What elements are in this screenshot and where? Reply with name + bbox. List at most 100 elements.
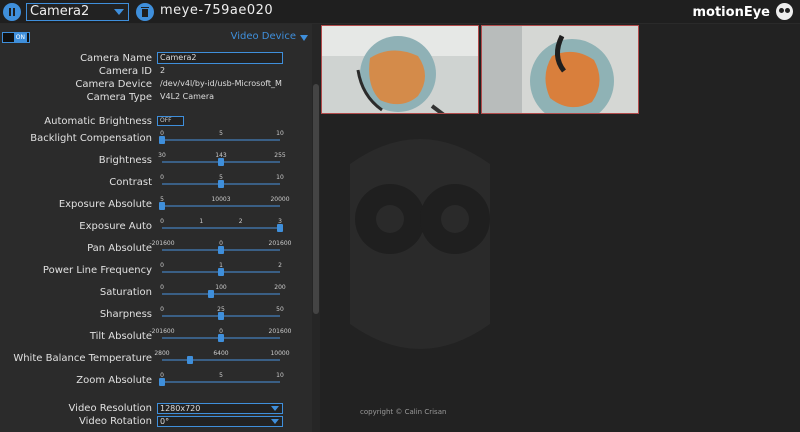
chevron-down-icon [271, 406, 279, 411]
slider-tick-label: 100 [215, 284, 227, 291]
camera-type-value: V4L2 Camera [160, 92, 215, 101]
slider-track[interactable] [162, 359, 280, 361]
owl-logo-icon [776, 3, 793, 20]
slider-handle[interactable] [186, 356, 193, 364]
slider-handle[interactable] [218, 158, 225, 166]
camera-frame-1[interactable] [321, 25, 479, 114]
slider-tick-label: 0 [160, 262, 164, 269]
slider-label: White Balance Temperature [13, 353, 152, 364]
slider-track[interactable] [162, 205, 280, 207]
slider-handle[interactable] [159, 202, 165, 210]
scrollbar-thumb[interactable] [313, 84, 319, 314]
video-resolution-select[interactable]: 1280x720 [157, 403, 283, 414]
section-title[interactable]: Video Device [231, 31, 296, 42]
slider-label: Tilt Absolute [89, 331, 152, 342]
camera-id-label: Camera ID [98, 66, 152, 77]
slider-tick-label: 10 [276, 372, 284, 379]
slider[interactable]: 0 5 10 [159, 130, 284, 144]
menu-bar-icon [13, 8, 15, 16]
slider-label: Exposure Auto [79, 221, 152, 232]
panel-scrollbar[interactable] [312, 24, 320, 432]
select-value: 0° [160, 417, 170, 426]
camera-select[interactable]: Camera2 [26, 3, 129, 21]
slider-track[interactable] [162, 139, 280, 141]
chevron-down-icon[interactable] [300, 35, 308, 41]
slider[interactable]: 0123 [160, 218, 283, 232]
slider-label: Sharpness [99, 309, 152, 320]
slider-label: Brightness [98, 155, 152, 166]
slider-tick-label: 5 [219, 372, 223, 379]
chevron-down-icon [114, 9, 124, 15]
camera-id-value: 2 [160, 66, 166, 75]
slider-tick-label: 1 [199, 218, 204, 225]
slider-tick-label: 2 [238, 218, 243, 225]
slider-label: Power Line Frequency [42, 265, 152, 276]
slider[interactable]: 5 10003 20000 [159, 196, 290, 210]
slider-tick-label: 0 [160, 174, 164, 181]
slider[interactable]: 0 25 50 [160, 306, 284, 320]
chevron-down-icon [271, 419, 279, 424]
toggle-label: OFF [160, 117, 172, 124]
slider-label: Backlight Compensation [30, 133, 152, 144]
slider-handle[interactable] [207, 290, 214, 298]
slider[interactable]: 0 100 200 [160, 284, 286, 298]
slider-handle[interactable] [218, 268, 224, 276]
menu-bar-icon [9, 8, 11, 16]
slider-tick-label: 6400 [213, 350, 229, 357]
slider[interactable]: 30 143 255 [158, 152, 286, 166]
video-resolution-label: Video Resolution [68, 403, 152, 414]
slider-tick-label: 10 [276, 174, 284, 181]
slider-tick-label: -201600 [149, 240, 175, 247]
slider-handle[interactable] [218, 246, 224, 254]
video-rotation-label: Video Rotation [78, 416, 152, 427]
slider-tick-label: 20000 [270, 196, 290, 203]
slider-handle[interactable] [159, 136, 165, 144]
slider-tick-label: 201600 [268, 240, 292, 247]
select-value: 1280x720 [160, 404, 201, 413]
slider-handle[interactable] [218, 180, 224, 188]
camera-name-label: Camera Name [80, 53, 152, 64]
camera-grid: copyright © Calin Crisan [320, 24, 800, 432]
slider-handle[interactable] [159, 378, 165, 386]
slider-label: Saturation [99, 287, 152, 298]
slider[interactable]: 0 5 10 [159, 372, 284, 386]
auto-brightness-toggle[interactable]: OFF [157, 116, 184, 126]
remove-camera-button[interactable] [136, 3, 154, 21]
slider[interactable]: 0 5 10 [160, 174, 284, 188]
video-rotation-select[interactable]: 0° [157, 416, 283, 427]
slider[interactable]: -201600 0 201600 [149, 328, 291, 342]
slider[interactable]: -201600 0 201600 [149, 240, 291, 254]
slider-label: Contrast [109, 177, 152, 188]
section-enable-toggle[interactable]: ON [2, 32, 30, 43]
slider-label: Zoom Absolute [76, 375, 152, 386]
slider-label: Pan Absolute [87, 243, 152, 254]
slider[interactable]: 2800 6400 10000 [154, 350, 290, 364]
slider[interactable]: 012 [160, 262, 282, 276]
slider-tick-label: 10 [276, 130, 284, 137]
camera-preview-image [322, 26, 478, 113]
section-header: ON Video Device [0, 30, 312, 46]
app-root: Camera2 meye-759ae020 motionEye ON Video… [0, 0, 800, 432]
camera-type-label: Camera Type [86, 92, 152, 103]
slider-track[interactable] [162, 293, 280, 295]
slider-tick-label: 2 [278, 262, 282, 269]
camera-device-value: /dev/v4l/by-id/usb-Microsoft_Mi [160, 79, 283, 88]
copyright-text: copyright © Calin Crisan [360, 408, 447, 416]
camera-preview-image [482, 26, 638, 113]
camera-name-input[interactable]: Camera2 [157, 52, 283, 64]
toggle-label: ON [13, 33, 27, 42]
camera-hostname: meye-759ae020 [160, 3, 274, 18]
slider-handle[interactable] [218, 312, 224, 320]
camera-device-label: Camera Device [75, 79, 152, 90]
slider-tick-label: 5 [219, 130, 223, 137]
slider-track[interactable] [162, 227, 280, 229]
slider-tick-label: 255 [274, 152, 286, 159]
slider-tick-label: 10000 [270, 350, 290, 357]
slider-handle[interactable] [218, 334, 224, 342]
slider-tick-label: 200 [274, 284, 286, 291]
menu-toggle-button[interactable] [3, 3, 21, 21]
slider-handle[interactable] [277, 224, 283, 232]
slider-track[interactable] [162, 381, 280, 383]
brand-name: motionEye [692, 5, 770, 20]
camera-frame-2[interactable] [481, 25, 639, 114]
